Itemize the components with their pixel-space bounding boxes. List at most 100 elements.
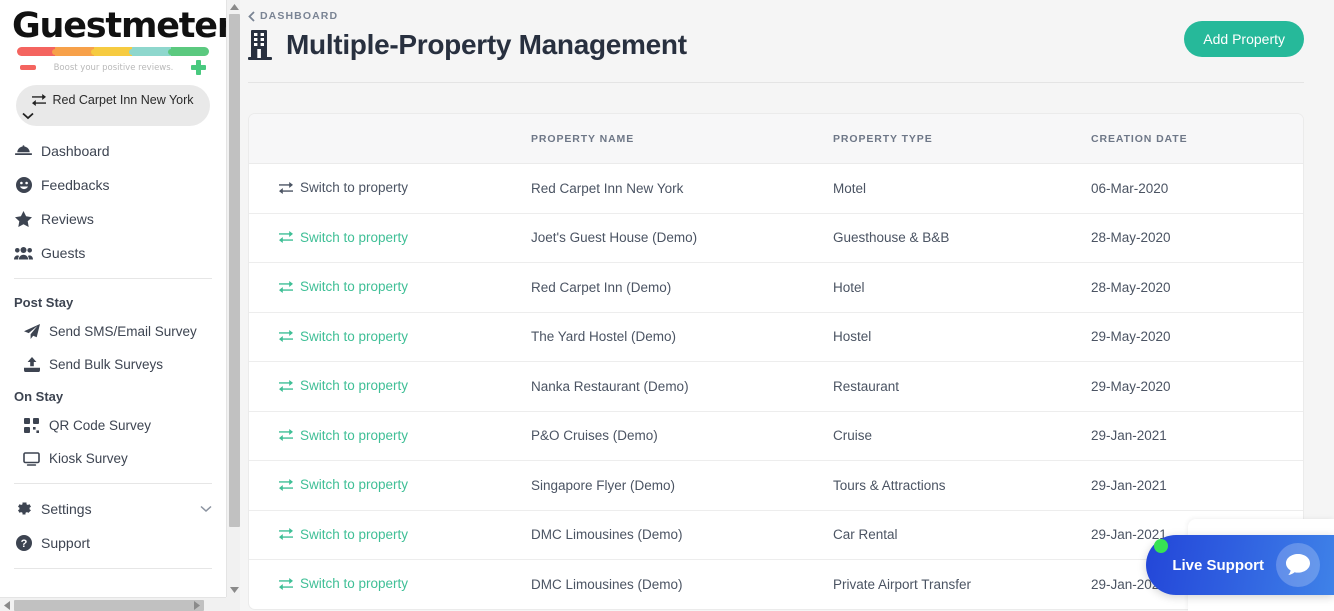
property-switcher[interactable]: Red Carpet Inn New York (16, 85, 210, 126)
scroll-down-arrow-icon[interactable] (227, 583, 241, 597)
cell-property-type: Hotel (825, 263, 1083, 313)
gear-icon (14, 501, 33, 517)
logo-bar-dot (129, 49, 135, 55)
sidebar-item-label: Support (41, 535, 90, 551)
exchange-icon (279, 479, 293, 491)
live-support-widget[interactable]: Live Support (1146, 535, 1334, 595)
switch-to-property-link[interactable]: Switch to property (279, 378, 408, 393)
cell-creation-date: 29-Jan-2021 (1083, 411, 1303, 461)
sidebar-horizontal-scrollbar[interactable] (0, 597, 240, 611)
cell-property-type: Restaurant (825, 362, 1083, 412)
sidebar-item-qr-code-survey[interactable]: QR Code Survey (0, 409, 226, 442)
table-row: Switch to property P&O Cruises (Demo)Crui… (249, 411, 1303, 461)
chat-bubble-icon (1276, 543, 1320, 587)
exchange-icon (279, 231, 293, 243)
sidebar-item-label: Reviews (41, 211, 94, 227)
property-switcher-label-row: Red Carpet Inn New York (32, 93, 193, 107)
minus-icon (20, 65, 36, 70)
sidebar-item-kiosk-survey[interactable]: Kiosk Survey (0, 442, 226, 475)
sidebar-item-label: Send Bulk Surveys (49, 357, 163, 372)
switch-to-property-link[interactable]: Switch to property (279, 329, 408, 344)
switch-to-property-link[interactable]: Switch to property (279, 477, 408, 492)
switch-to-property-label: Switch to property (300, 329, 408, 344)
cell-property-type: Guesthouse & B&B (825, 213, 1083, 263)
sidebar-item-label: Feedbacks (41, 177, 109, 193)
logo-bar-dot (91, 49, 97, 55)
sidebar-item-settings[interactable]: Settings (0, 492, 226, 526)
table-row: Switch to property Nanka Restaurant (Demo… (249, 362, 1303, 412)
sidebar-item-label: Send SMS/Email Survey (49, 324, 197, 339)
table-row: Switch to property DMC Limousines (Demo)P… (249, 560, 1303, 609)
cell-property-name: DMC Limousines (Demo) (523, 510, 825, 560)
sidebar-item-label: Settings (41, 501, 92, 517)
page-header: DASHBOARD Multiple-P (240, 0, 1334, 61)
logo-bar-dot (52, 49, 58, 55)
sidebar-item-reviews[interactable]: Reviews (0, 202, 226, 236)
table-row: Switch to propertyRed Carpet Inn New Yor… (249, 164, 1303, 214)
column-header-creation-date: CREATION DATE (1083, 114, 1303, 164)
switch-to-property-link[interactable]: Switch to property (279, 527, 408, 542)
table-body: Switch to property Red Carpet Inn New Yor… (249, 164, 1303, 609)
breadcrumb[interactable]: DASHBOARD (248, 10, 1304, 22)
cell-property-name: P&O Cruises (Demo) (523, 411, 825, 461)
cell-property-name: Red Carpet Inn New York (523, 164, 825, 214)
sidebar-vertical-scrollbar[interactable] (226, 0, 240, 597)
switch-to-property-link[interactable]: Switch to property (279, 279, 408, 294)
properties-table-card: PROPERTY NAME PROPERTY TYPE CREATION DAT… (248, 113, 1304, 610)
upload-icon (22, 357, 41, 372)
chevron-left-icon (248, 11, 255, 22)
exchange-icon (279, 429, 293, 441)
main-content: DASHBOARD Multiple-P (240, 0, 1334, 611)
page-title-row: Multiple-Property Management (248, 29, 1304, 61)
cell-action: Switch to property (249, 213, 523, 263)
svg-text:?: ? (20, 538, 27, 550)
scrollbar-corner (226, 597, 240, 611)
cell-creation-date: 28-May-2020 (1083, 263, 1303, 313)
scroll-left-arrow-icon[interactable] (0, 598, 14, 611)
scroll-up-arrow-icon[interactable] (227, 0, 241, 14)
cell-creation-date: 29-May-2020 (1083, 312, 1303, 362)
switch-to-property-label: Switch to property (300, 576, 408, 591)
sidebar-section-on-stay: On Stay (0, 381, 226, 409)
cell-property-type: Cruise (825, 411, 1083, 461)
chevron-down-icon (200, 505, 212, 513)
switch-to-property-label: Switch to property (300, 477, 408, 492)
switch-to-property-link[interactable]: Switch to property (279, 576, 408, 591)
exchange-icon (279, 281, 293, 293)
cell-property-name: DMC Limousines (Demo) (523, 560, 825, 609)
switch-to-property-link[interactable]: Switch to property (279, 230, 408, 245)
sidebar-item-label: Kiosk Survey (49, 451, 128, 466)
property-switcher-name: Red Carpet Inn New York (52, 93, 193, 107)
table-row: Switch to propertySingapore Flyer (Demo)… (249, 461, 1303, 511)
sidebar-scrollbar-thumb[interactable] (229, 14, 240, 527)
sidebar-item-send-sms-email-survey[interactable]: Send SMS/Email Survey (0, 315, 226, 348)
switch-to-property-label: Switch to property (300, 378, 408, 393)
brand-logo[interactable]: Guestmeter Boost your positive reviews. (0, 0, 226, 75)
sidebar-item-feedbacks[interactable]: Feedbacks (0, 168, 226, 202)
sidebar-item-guests[interactable]: Guests (0, 236, 226, 270)
table-header-row: PROPERTY NAME PROPERTY TYPE CREATION DAT… (249, 114, 1303, 164)
cell-property-name: Nanka Restaurant (Demo) (523, 362, 825, 412)
sidebar-item-send-bulk-surveys[interactable]: Send Bulk Surveys (0, 348, 226, 381)
sidebar-divider-3 (14, 568, 212, 569)
add-property-button[interactable]: Add Property (1184, 21, 1304, 57)
switch-to-property-link[interactable]: Switch to property (279, 428, 408, 443)
scroll-right-arrow-icon[interactable] (190, 598, 204, 611)
sidebar-item-support[interactable]: ? Support (0, 526, 226, 560)
sidebar-divider-2 (14, 483, 212, 484)
sidebar-item-dashboard[interactable]: Dashboard (0, 134, 226, 168)
cell-action: Switch to property (249, 362, 523, 412)
chevron-down-icon (22, 112, 204, 120)
page-title: Multiple-Property Management (286, 29, 687, 61)
live-support-label: Live Support (1172, 557, 1264, 574)
cell-property-name: Red Carpet Inn (Demo) (523, 263, 825, 313)
sidebar: Guestmeter Boost your positive reviews. … (0, 0, 240, 611)
dashboard-bell-icon (14, 144, 33, 158)
exchange-icon (279, 380, 293, 392)
logo-tagline-row: Boost your positive reviews. (12, 56, 214, 75)
logo-bar-dot (168, 49, 174, 55)
desktop-icon (22, 452, 41, 466)
cell-creation-date: 29-Jan-2021 (1083, 461, 1303, 511)
cell-property-type: Private Airport Transfer (825, 560, 1083, 609)
sidebar-hscrollbar-thumb[interactable] (14, 600, 204, 611)
